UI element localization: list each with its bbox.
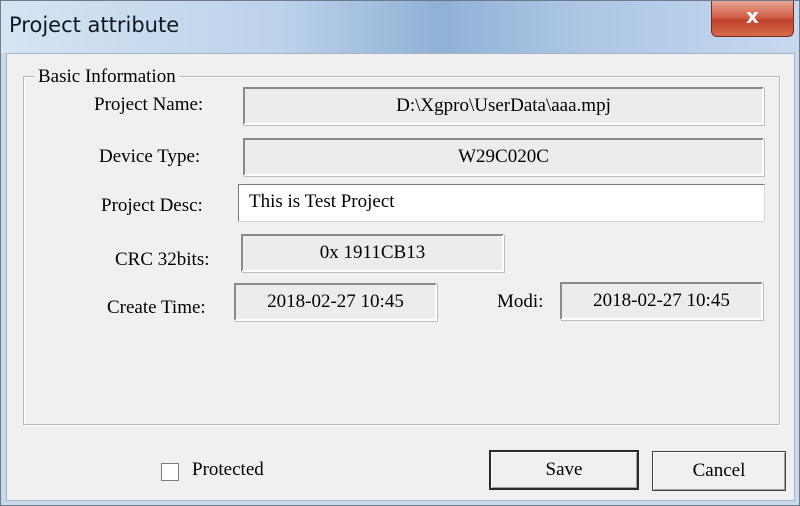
project-name-label: Project Name: — [94, 94, 204, 115]
modi-time-field: 2018-02-27 10:45 — [560, 282, 763, 320]
save-button[interactable]: Save — [489, 450, 639, 490]
device-type-field: W29C020C — [243, 138, 764, 176]
protected-label[interactable]: Protected — [192, 459, 264, 481]
group-legend: Basic Information — [35, 66, 179, 88]
protected-checkbox[interactable] — [161, 463, 179, 481]
project-attribute-dialog: Project attribute x Basic Information Pr… — [0, 0, 800, 506]
modi-label: Modi: — [497, 291, 544, 312]
device-type-label: Device Type: — [99, 146, 201, 167]
close-button[interactable]: x — [711, 1, 794, 37]
window-title: Project attribute — [9, 13, 180, 37]
project-desc-input[interactable]: This is Test Project — [238, 184, 765, 222]
create-time-field: 2018-02-27 10:45 — [234, 283, 437, 321]
title-bar[interactable]: Project attribute x — [1, 1, 799, 53]
project-desc-label: Project Desc: — [101, 195, 203, 216]
dialog-client-area: Basic Information Project Name: D:\Xgpro… — [6, 53, 795, 501]
crc-field: 0x 1911CB13 — [241, 234, 504, 272]
close-icon: x — [746, 4, 759, 28]
project-name-field: D:\Xgpro\UserData\aaa.mpj — [243, 87, 764, 125]
cancel-button[interactable]: Cancel — [652, 451, 786, 491]
crc-label: CRC 32bits: — [115, 249, 210, 270]
create-time-label: Create Time: — [107, 297, 206, 318]
